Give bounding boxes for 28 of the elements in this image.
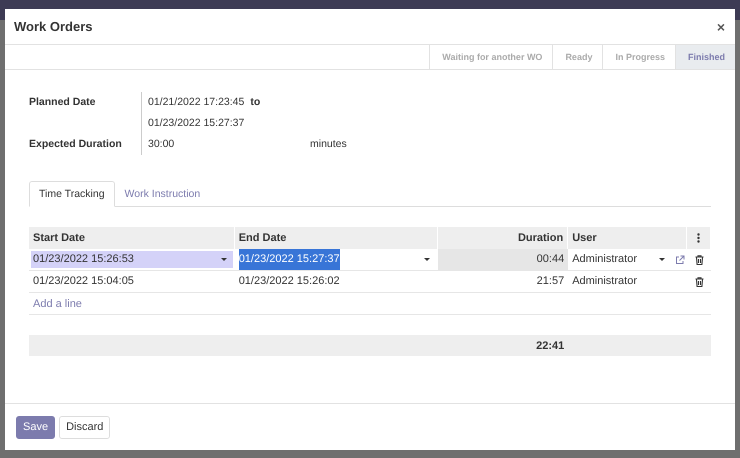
field-value: 01/23/2022 15:27:37	[148, 116, 244, 131]
field-value: 01/21/2022 17:23:45	[148, 95, 244, 110]
field-value: 30:00	[148, 137, 176, 152]
trash-icon[interactable]	[694, 276, 704, 286]
add-line-link[interactable]: Add a line	[33, 298, 82, 310]
dialog-title: Work Orders	[14, 19, 93, 34]
save-button[interactable]: Save	[16, 416, 56, 438]
discard-button[interactable]: Discard	[59, 416, 110, 438]
duration-cell: 00:44	[438, 249, 568, 270]
column-header[interactable]: User	[568, 227, 688, 249]
field-label: Planned Date	[29, 95, 97, 110]
table-cell-text: 01/23/2022 15:04:05	[32, 274, 135, 289]
table-cell-text: Administrator	[571, 274, 638, 289]
table-cell-text: 21:57	[536, 274, 566, 289]
trash-icon[interactable]	[694, 254, 704, 264]
user-field[interactable]: Administrator	[570, 251, 672, 268]
external-link-icon[interactable]	[675, 254, 686, 264]
column-header[interactable]: Start Date	[29, 227, 235, 249]
more-options-icon[interactable]	[697, 233, 700, 243]
tab[interactable]: Work Instruction	[114, 181, 210, 207]
field-value: to	[250, 95, 260, 110]
table-cell-text: 01/23/2022 15:26:02	[238, 274, 341, 289]
field-label: Expected Duration	[29, 137, 123, 152]
unit-label: minutes	[310, 137, 347, 152]
tab[interactable]: Time Tracking	[29, 181, 115, 207]
total-duration: 22:41	[535, 340, 566, 352]
close-button[interactable]: ×	[716, 18, 725, 34]
start-date-field[interactable]: 01/23/2022 15:26:53	[31, 251, 233, 268]
